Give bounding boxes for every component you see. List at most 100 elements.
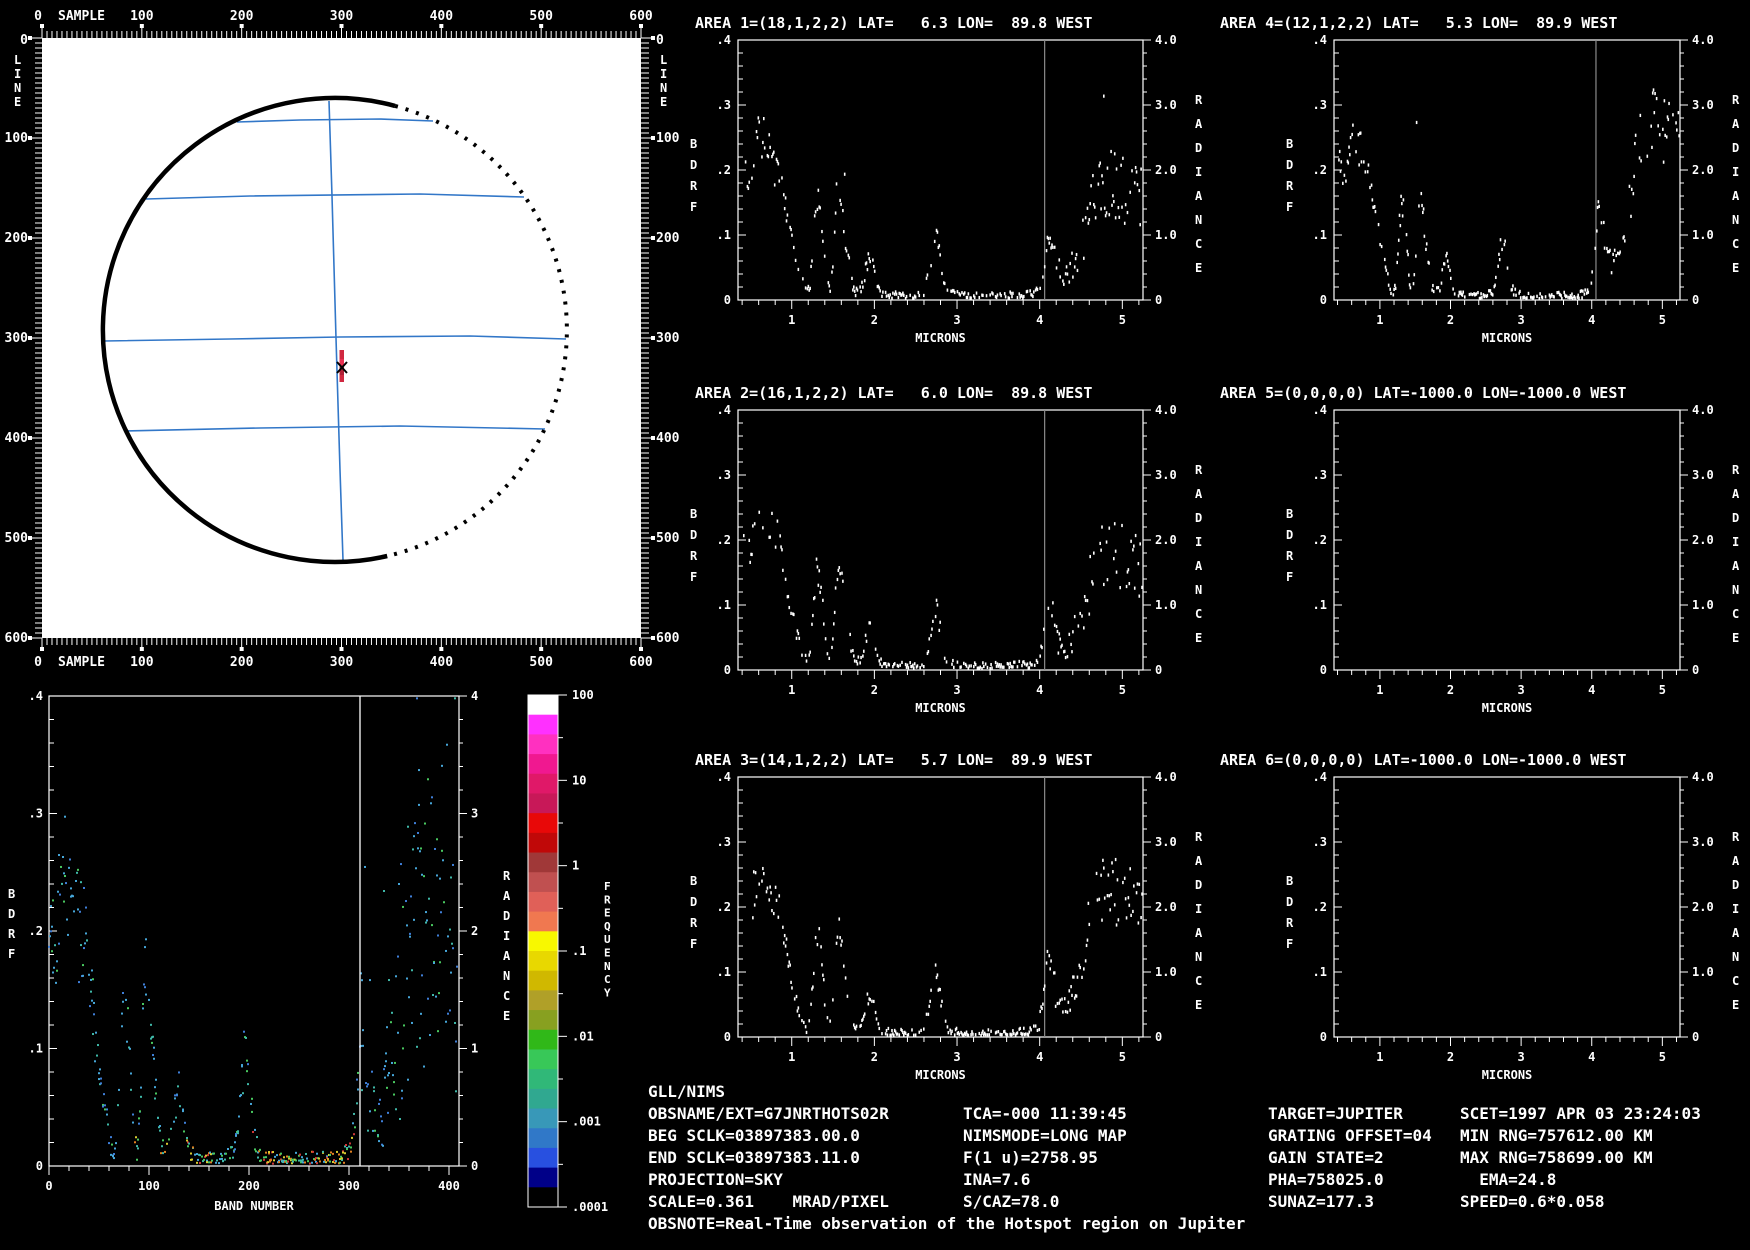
svg-text:0: 0 <box>724 663 731 677</box>
svg-text:4: 4 <box>1588 683 1595 697</box>
svg-text:0: 0 <box>45 1179 52 1193</box>
svg-text:200: 200 <box>230 9 254 24</box>
y-right-title: C <box>1732 974 1739 988</box>
plot-axes <box>737 776 1151 1046</box>
svg-text:.4: .4 <box>29 689 43 703</box>
svg-text:.4: .4 <box>717 33 731 47</box>
plot-box <box>48 695 460 1167</box>
svg-text:300: 300 <box>338 1179 360 1193</box>
svg-text:5: 5 <box>1659 683 1666 697</box>
svg-text:500: 500 <box>529 655 553 670</box>
svg-text:3.0: 3.0 <box>1692 835 1714 849</box>
svg-text:3: 3 <box>953 313 960 327</box>
svg-text:1.0: 1.0 <box>1692 598 1714 612</box>
svg-text:2: 2 <box>871 683 878 697</box>
svg-text:3: 3 <box>471 807 478 821</box>
svg-text:0: 0 <box>1320 663 1327 677</box>
svg-text:5: 5 <box>1119 313 1126 327</box>
svg-text:500: 500 <box>529 9 553 24</box>
svg-text:.4: .4 <box>1313 403 1327 417</box>
plot-box <box>737 409 1144 671</box>
svg-text:100: 100 <box>572 688 594 702</box>
y-right-title: I <box>1732 165 1739 179</box>
info-field: SPEED=0.6*0.058 <box>1460 1192 1605 1211</box>
sky-y-axis-title-left: N <box>14 81 21 95</box>
colorbar-swatches <box>528 695 558 1208</box>
area-6-spectrum-plot: AREA 6=(0,0,0,0) LAT=-1000.0 LON=-1000.0… <box>1220 751 1740 1082</box>
svg-text:.3: .3 <box>717 468 731 482</box>
svg-text:2: 2 <box>1447 683 1454 697</box>
area-2-spectrum-plot: AREA 2=(16,1,2,2) LAT= 6.0 LON= 89.8 WES… <box>690 384 1203 715</box>
y-right-title: E <box>1732 261 1739 275</box>
area-5-spectrum-plot: AREA 5=(0,0,0,0) LAT=-1000.0 LON=-1000.0… <box>1220 384 1740 715</box>
y-right-title: A <box>1732 559 1740 573</box>
info-field: MIN RNG=757612.00 KM <box>1460 1126 1653 1145</box>
svg-text:.2: .2 <box>1313 533 1327 547</box>
info-field: MAX RNG=758699.00 KM <box>1460 1148 1653 1167</box>
area-4-spectrum-plot: AREA 4=(12,1,2,2) LAT= 5.3 LON= 89.9 WES… <box>1220 14 1740 345</box>
svg-text:3.0: 3.0 <box>1155 835 1177 849</box>
y-right-title: R <box>1732 93 1740 107</box>
svg-text:400: 400 <box>438 1179 460 1193</box>
plot-axes <box>1333 39 1688 309</box>
y-left-title: D <box>1286 528 1293 542</box>
info-field: END SCLK=03897383.11.0 <box>648 1148 860 1167</box>
plot-box <box>1333 409 1681 671</box>
svg-text:.01: .01 <box>572 1029 594 1043</box>
svg-text:.1: .1 <box>1313 598 1327 612</box>
y-right-title: D <box>1732 511 1739 525</box>
info-field: SUNAZ=177.3 <box>1268 1192 1374 1211</box>
y-left-title: D <box>1286 895 1293 909</box>
y-left-title: F <box>1286 200 1293 214</box>
svg-text:4: 4 <box>1588 313 1595 327</box>
y-right-title: I <box>1732 902 1739 916</box>
y-right-title: N <box>503 969 510 983</box>
y-right-title: D <box>503 909 510 923</box>
svg-text:4: 4 <box>1036 313 1043 327</box>
svg-text:2.0: 2.0 <box>1155 533 1177 547</box>
svg-text:.1: .1 <box>1313 228 1327 242</box>
colorbar-title: R <box>604 893 611 906</box>
svg-text:2.0: 2.0 <box>1692 163 1714 177</box>
svg-text:0: 0 <box>34 9 42 24</box>
svg-text:2: 2 <box>471 924 478 938</box>
svg-text:100: 100 <box>130 655 154 670</box>
svg-text:4.0: 4.0 <box>1692 33 1714 47</box>
svg-text:.4: .4 <box>717 403 731 417</box>
colorbar-ticks <box>558 694 567 1208</box>
svg-text:4.0: 4.0 <box>1692 403 1714 417</box>
y-right-title: A <box>1732 189 1740 203</box>
area-plot-title: AREA 4=(12,1,2,2) LAT= 5.3 LON= 89.9 WES… <box>1220 14 1617 32</box>
plot-box <box>1333 39 1681 301</box>
svg-text:4.0: 4.0 <box>1155 770 1177 784</box>
y-left-title: R <box>1286 916 1294 930</box>
svg-text:2.0: 2.0 <box>1692 533 1714 547</box>
nims-realtime-display: 0 0 100 100 200 200 300 300 400 400 500 500 600 600 SA… <box>0 0 1750 1250</box>
svg-text:0: 0 <box>1692 1030 1699 1044</box>
svg-text:.1: .1 <box>572 944 586 958</box>
y-left-title: R <box>8 927 16 941</box>
svg-text:1.0: 1.0 <box>1155 228 1177 242</box>
observation-info-panel: GLL/NIMS OBSNAME/EXT=G7JNRTHOTS02R TCA=-00… <box>648 1080 1748 1250</box>
north-pole-label: NP <box>345 564 359 578</box>
svg-text:3: 3 <box>953 683 960 697</box>
svg-text:0: 0 <box>34 655 42 670</box>
y-left-title: B <box>690 874 697 888</box>
svg-text:200: 200 <box>5 231 29 246</box>
svg-text:.0001: .0001 <box>572 1200 608 1214</box>
svg-text:.3: .3 <box>1313 98 1327 112</box>
y-left-title: R <box>1286 549 1294 563</box>
y-left-title: D <box>690 895 697 909</box>
plot-axes <box>737 39 1151 309</box>
svg-text:0: 0 <box>1692 293 1699 307</box>
y-left-title: B <box>1286 507 1293 521</box>
y-left-title: R <box>690 179 698 193</box>
svg-text:2.0: 2.0 <box>1155 900 1177 914</box>
info-field: NIMSMODE=LONG MAP <box>963 1126 1127 1145</box>
instrument-id: GLL/NIMS <box>648 1082 726 1101</box>
svg-text:3: 3 <box>1518 1050 1525 1064</box>
y-left-title: D <box>690 158 697 172</box>
svg-text:1: 1 <box>1376 313 1383 327</box>
info-field: GRATING OFFSET=04 <box>1268 1126 1432 1145</box>
plot-axes <box>48 695 467 1175</box>
